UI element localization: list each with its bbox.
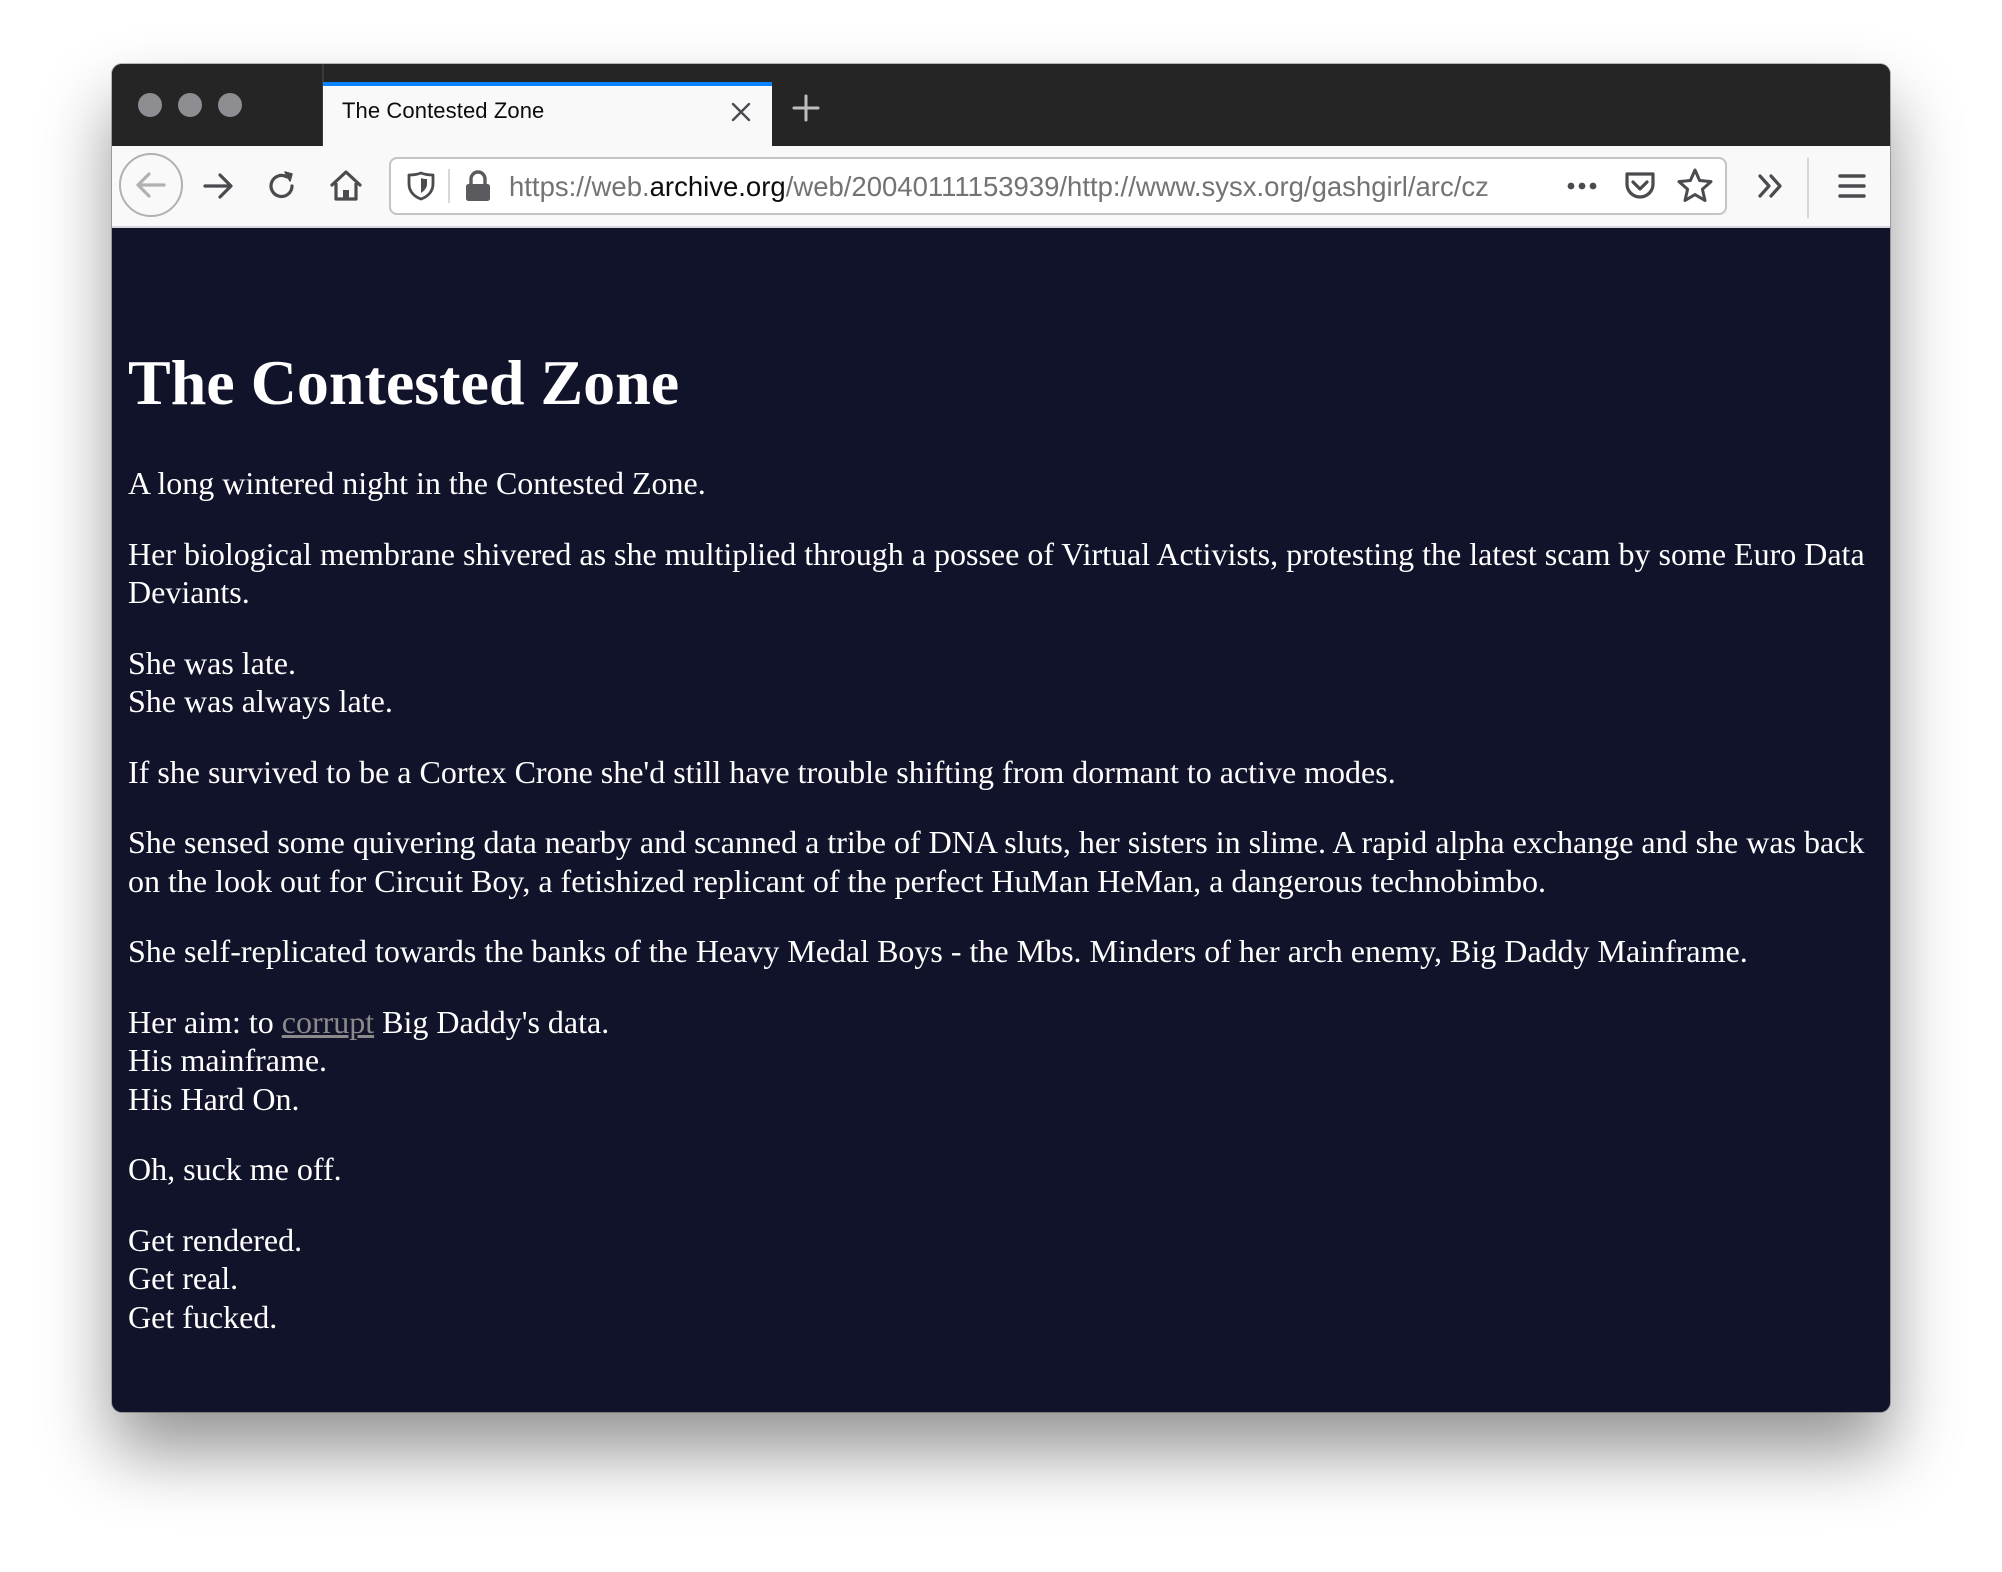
- text-line: Get real.: [128, 1260, 239, 1296]
- paragraph: A long wintered night in the Contested Z…: [128, 465, 706, 501]
- menu-button[interactable]: [1834, 166, 1870, 206]
- pocket-icon[interactable]: [1622, 168, 1658, 204]
- text-line: His mainframe.: [128, 1042, 328, 1078]
- paragraph: Her aim: to corrupt Big Daddy's data. His…: [128, 1003, 1874, 1119]
- nav-toolbar: https://web.archive.org/web/200401111539…: [112, 146, 1890, 228]
- url-bar[interactable]: https://web.archive.org/web/200401111539…: [389, 157, 1727, 215]
- tab-bar: The Contested Zone: [112, 64, 1890, 146]
- arrow-left-icon: [136, 172, 166, 198]
- page-content: The Contested Zone A long wintered night…: [112, 228, 1890, 1412]
- reload-button[interactable]: [262, 166, 302, 206]
- shield-icon[interactable]: [405, 170, 437, 202]
- arrow-right-icon: [203, 173, 233, 199]
- paragraph: She was late. She was always late.: [128, 644, 1874, 721]
- url-input[interactable]: https://web.archive.org/web/200401111539…: [509, 169, 1553, 205]
- reload-icon: [269, 171, 294, 199]
- overflow-button[interactable]: [1752, 166, 1790, 206]
- paragraph: If she survived to be a Cortex Crone she…: [128, 753, 1396, 790]
- paragraph: Oh, suck me off.: [128, 1151, 342, 1187]
- text-line: She was late.: [128, 644, 296, 681]
- tab-active[interactable]: The Contested Zone: [323, 82, 772, 146]
- paragraph: She self-replicated towards the banks of…: [128, 933, 1748, 969]
- back-button[interactable]: [119, 153, 183, 217]
- text-segment: Her aim: to: [128, 1003, 282, 1040]
- url-host: archive.org: [649, 171, 786, 202]
- paragraph: She sensed some quivering data nearby an…: [128, 824, 1865, 899]
- star-icon[interactable]: [1676, 167, 1714, 205]
- forward-button[interactable]: [198, 166, 238, 206]
- paragraph: Her biological membrane shivered as she …: [128, 535, 1865, 611]
- text-segment: Big Daddy's data.: [374, 1003, 610, 1040]
- text-line: She was always late.: [128, 683, 393, 719]
- text-line: His Hard On.: [128, 1080, 300, 1117]
- corrupt-link[interactable]: corrupt: [282, 1004, 374, 1040]
- home-button[interactable]: [326, 166, 366, 206]
- browser-window: The Contested Zone https://web.archive.o…: [112, 64, 1890, 1412]
- url-path: /web/20040111153939/http://www.sysx.org/…: [785, 171, 1489, 202]
- url-separator: [448, 169, 450, 203]
- close-icon[interactable]: [727, 98, 755, 126]
- text-line: Get rendered.: [128, 1221, 303, 1258]
- url-prefix: https://web.: [509, 171, 650, 202]
- paragraph: Get rendered. Get real. Get fucked.: [128, 1221, 1874, 1337]
- window-minimize-button[interactable]: [178, 93, 202, 117]
- toolbar-divider: [1807, 158, 1809, 218]
- plus-icon[interactable]: [792, 94, 820, 122]
- text-line: Get fucked.: [128, 1298, 278, 1335]
- chevron-double-right-icon: [1758, 174, 1782, 198]
- article: The Contested Zone A long wintered night…: [128, 228, 1874, 1368]
- ellipsis-icon[interactable]: [1563, 167, 1601, 205]
- hamburger-icon: [1838, 174, 1866, 198]
- window-close-button[interactable]: [138, 93, 162, 117]
- page-title: The Contested Zone: [128, 347, 680, 418]
- window-zoom-button[interactable]: [218, 93, 242, 117]
- home-icon: [330, 170, 362, 201]
- tab-title: The Contested Zone: [342, 98, 545, 123]
- lock-icon[interactable]: [463, 169, 493, 203]
